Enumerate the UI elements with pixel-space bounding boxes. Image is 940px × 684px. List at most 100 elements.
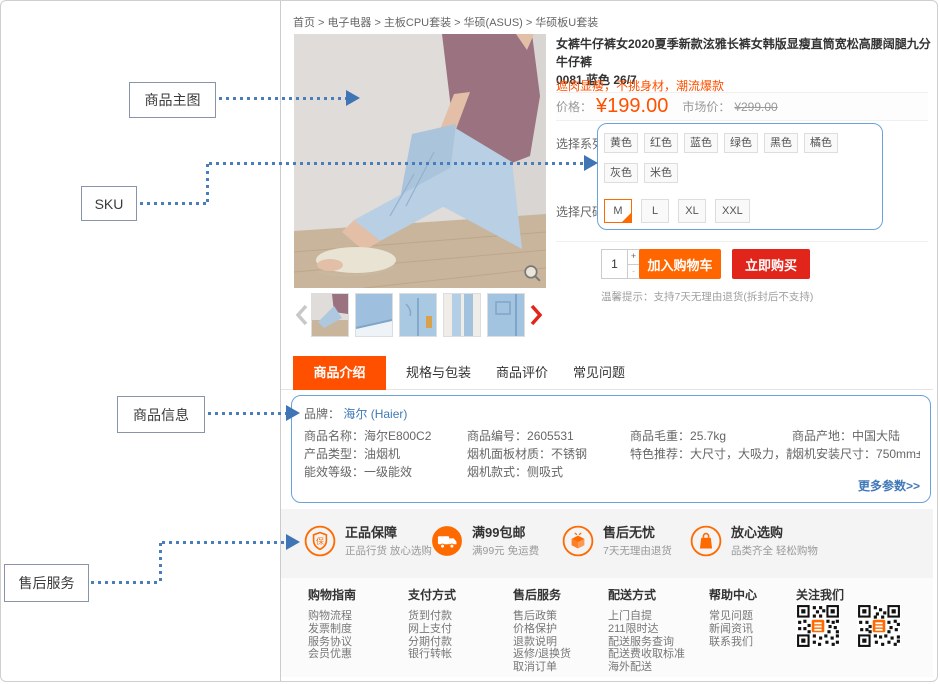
sku-color-chip[interactable]: 灰色 <box>604 163 638 183</box>
price-label: 价格： <box>556 98 592 115</box>
sku-color-chip[interactable]: 蓝色 <box>684 133 718 153</box>
breadcrumb-item[interactable]: 主板CPU套装 <box>384 17 451 29</box>
footer-link[interactable]: 海外配送 <box>608 661 685 674</box>
thumbnail-2[interactable] <box>355 293 393 337</box>
annotation-product-info: 商品信息 <box>117 396 205 433</box>
tab-reviews[interactable]: 商品评价 <box>496 356 548 390</box>
info-item: 烟机面板材质：不锈钢 <box>467 445 630 463</box>
tab-faq[interactable]: 常见问题 <box>573 356 625 390</box>
thumbnail-1[interactable] <box>311 293 349 337</box>
breadcrumb-separator: > <box>526 17 532 29</box>
sku-size-chip[interactable]: XXL <box>715 199 750 223</box>
footer-col-help: 帮助中心 常见问题 新闻资讯 联系我们 <box>709 586 757 648</box>
annotation-after-sales-label: 售后服务 <box>19 573 75 593</box>
sku-color-chip[interactable]: 黄色 <box>604 133 638 153</box>
thumbs-next-icon[interactable] <box>529 304 543 326</box>
breadcrumb-separator: > <box>318 17 324 29</box>
arrow-line-after-sales-3 <box>162 541 286 544</box>
footer-link[interactable]: 上门自提 <box>608 610 685 623</box>
thumbs-prev-icon[interactable] <box>295 304 309 326</box>
qr-code-image <box>796 604 840 648</box>
arrow-line-sku-3 <box>209 162 584 165</box>
footer-col-title: 配送方式 <box>608 586 685 603</box>
footer-link[interactable]: 常见问题 <box>709 610 757 623</box>
brand-label: 品牌： <box>304 407 340 421</box>
footer-link[interactable]: 返修/退换货 <box>513 648 571 661</box>
thumbnail-4[interactable] <box>443 293 481 337</box>
footer-col-title: 关注我们 <box>796 586 844 603</box>
market-price-value: ¥299.00 <box>734 100 777 114</box>
footer-col-title: 帮助中心 <box>709 586 757 603</box>
arrowhead-after-sales-icon <box>286 534 300 550</box>
sku-color-row-1: 黄色 红色 蓝色 绿色 黑色 橘色 <box>604 133 844 153</box>
footer-link[interactable]: 取消订单 <box>513 661 571 674</box>
breadcrumb-item[interactable]: 首页 <box>293 17 315 29</box>
brand-link[interactable]: 海尔 (Haier) <box>343 407 407 421</box>
magnifier-icon[interactable] <box>522 263 543 284</box>
sku-color-chip[interactable]: 绿色 <box>724 133 758 153</box>
footer-link[interactable]: 价格保护 <box>513 623 571 636</box>
service-badge-easy-shopping: 放心选购 品类齐全 轻松购物 <box>690 525 818 558</box>
sku-size-chip-selected[interactable]: M✓ <box>604 199 632 223</box>
footer-link[interactable]: 售后政策 <box>513 610 571 623</box>
sku-color-chip[interactable]: 米色 <box>644 163 678 183</box>
info-item: 商品毛重：25.7kg <box>630 427 792 445</box>
service-desc: 满99元 免运费 <box>472 543 539 558</box>
sku-color-chip[interactable]: 黑色 <box>764 133 798 153</box>
thumbnail-5[interactable] <box>487 293 525 337</box>
footer-link[interactable]: 货到付款 <box>408 610 456 623</box>
service-badge-aftersales: 售后无忧 7天无理由退货 <box>562 525 672 558</box>
footer-link[interactable]: 服务协议 <box>308 636 356 649</box>
arrow-line-main-image <box>219 97 346 100</box>
info-item: 商品编号：2605531 <box>467 427 630 445</box>
model-photo-illustration <box>294 34 546 288</box>
breadcrumb-separator: > <box>454 17 460 29</box>
footer-link[interactable]: 分期付款 <box>408 636 456 649</box>
more-params-link[interactable]: 更多参数>> <box>858 477 920 494</box>
footer-link[interactable]: 联系我们 <box>709 636 757 649</box>
truck-icon <box>431 525 463 557</box>
footer-link[interactable]: 配送服务查询 <box>608 636 685 649</box>
service-desc: 正品行货 放心选购 <box>345 543 432 558</box>
page: 商品主图 SKU 商品信息 售后服务 首页>电子电器>主板CPU套装>华硕(AS… <box>0 0 938 682</box>
footer-link[interactable]: 购物流程 <box>308 610 356 623</box>
service-title: 放心选购 <box>731 525 818 540</box>
footer-col-aftersales: 售后服务 售后政策 价格保护 退款说明 返修/退换货 取消订单 <box>513 586 571 674</box>
add-to-cart-button[interactable]: 加入购物车 <box>639 249 721 279</box>
service-badge-authentic: 保 正品保障 正品行货 放心选购 <box>304 525 432 558</box>
info-item: 烟机款式：侧吸式 <box>467 463 630 481</box>
sku-size-chip[interactable]: L <box>641 199 669 223</box>
svg-text:保: 保 <box>316 536 324 546</box>
info-item: 烟机安装尺寸：750mm±50mm（烟… <box>792 445 920 463</box>
sku-color-row-2: 灰色 米色 <box>604 163 684 183</box>
footer-link[interactable]: 会员优惠 <box>308 648 356 661</box>
thumbnail-3[interactable] <box>399 293 437 337</box>
product-info-panel: 品牌： 海尔 (Haier) 商品名称：海尔E800C2 商品编号：260553… <box>291 395 931 503</box>
breadcrumb-item[interactable]: 电子电器 <box>327 17 371 29</box>
sku-size-row: M✓ L XL XXL <box>604 199 759 223</box>
footer-link[interactable]: 银行转帐 <box>408 648 456 661</box>
quantity-input[interactable] <box>601 249 628 279</box>
product-main-image[interactable] <box>294 34 546 288</box>
tab-spec-package[interactable]: 规格与包装 <box>406 356 471 390</box>
info-item: 特色推荐：大尺寸，大吸力，静音… <box>630 445 792 463</box>
buy-now-button[interactable]: 立即购买 <box>732 249 810 279</box>
info-item: 商品产地：中国大陆 <box>792 427 920 445</box>
sku-color-chip[interactable]: 红色 <box>644 133 678 153</box>
breadcrumb-item[interactable]: 华硕板U套装 <box>535 17 598 29</box>
divider <box>556 241 928 242</box>
detail-tabbar: 商品介绍 规格与包装 商品评价 常见问题 <box>281 356 933 390</box>
footer-link[interactable]: 新闻资讯 <box>709 623 757 636</box>
tab-product-intro[interactable]: 商品介绍 <box>293 356 386 390</box>
footer-link[interactable]: 发票制度 <box>308 623 356 636</box>
footer-link[interactable]: 网上支付 <box>408 623 456 636</box>
breadcrumb-item[interactable]: 华硕(ASUS) <box>464 17 523 29</box>
sku-size-chip[interactable]: XL <box>678 199 706 223</box>
footer-link[interactable]: 211限时达 <box>608 623 685 636</box>
footer-link[interactable]: 配送费收取标准 <box>608 648 685 661</box>
arrow-line-after-sales-2 <box>159 543 162 583</box>
footer-col-title: 购物指南 <box>308 586 356 603</box>
arrow-line-product-info <box>208 412 286 415</box>
sku-color-chip[interactable]: 橘色 <box>804 133 838 153</box>
footer-link[interactable]: 退款说明 <box>513 636 571 649</box>
